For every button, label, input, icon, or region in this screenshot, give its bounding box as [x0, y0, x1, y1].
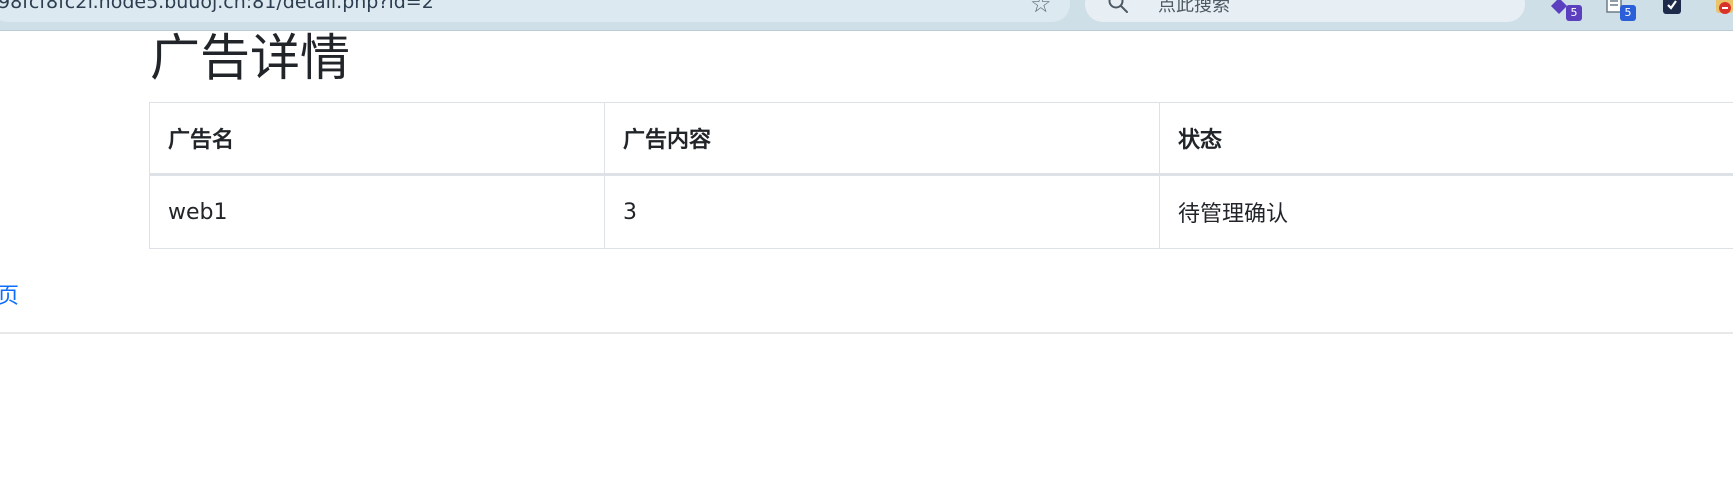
extension-1-badge: 5 [1566, 5, 1582, 21]
cell-ad-content: 3 [604, 174, 1160, 249]
cell-ad-name: web1 [149, 174, 605, 249]
header-ad-name: 广告名 [149, 102, 605, 176]
search-placeholder[interactable]: 点此搜索 [1158, 0, 1230, 17]
table-row: web1 3 待管理确认 [149, 174, 1733, 249]
header-ad-content: 广告内容 [604, 102, 1160, 176]
extension-2-badge: 5 [1620, 5, 1636, 21]
ad-detail-table: 广告名 广告内容 状态 web1 3 待管理确认 [149, 102, 1733, 249]
address-text[interactable]: 98fcf8fc2f.node5.buuoj.cn:81/detail.php?… [0, 0, 434, 13]
bookmark-star-icon[interactable]: ☆ [1030, 0, 1052, 16]
page-title: 广告详情 [150, 29, 350, 87]
search-icon[interactable] [1107, 0, 1129, 14]
extension-3-icon[interactable] [1661, 0, 1683, 16]
browser-toolbar: 98fcf8fc2f.node5.buuoj.cn:81/detail.php?… [0, 0, 1733, 31]
divider [0, 332, 1733, 334]
extension-4-icon[interactable] [1716, 0, 1733, 16]
cell-status: 待管理确认 [1159, 174, 1733, 249]
home-link[interactable]: 首页 [0, 278, 19, 310]
table-header-row: 广告名 广告内容 状态 [149, 102, 1733, 176]
header-status: 状态 [1159, 102, 1733, 176]
browser-search-box[interactable] [1085, 0, 1525, 22]
